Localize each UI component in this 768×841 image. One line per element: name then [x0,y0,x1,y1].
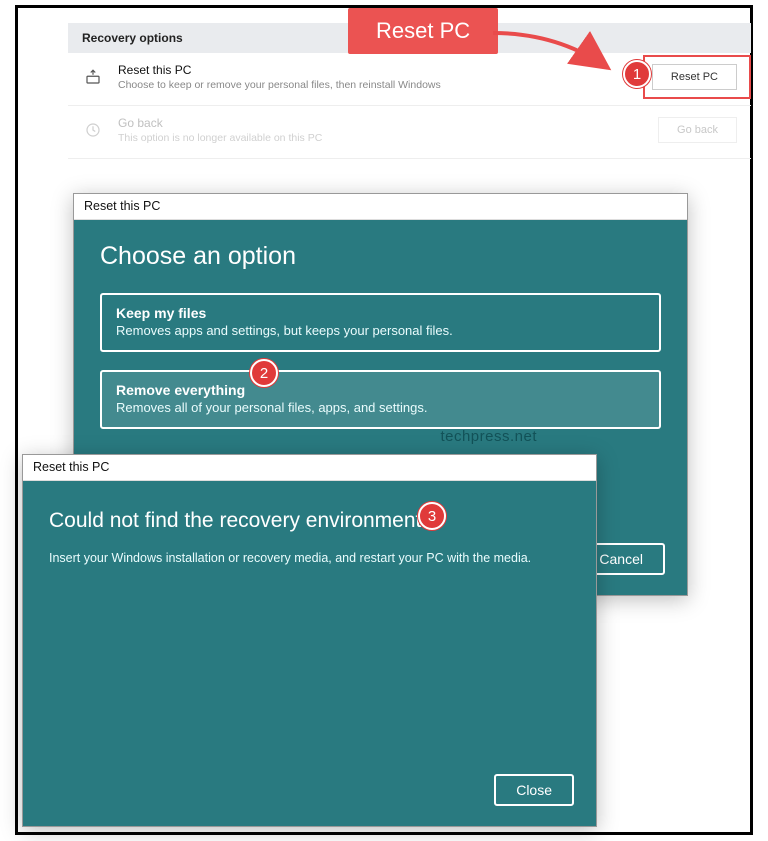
annotation-callout: Reset PC [348,8,498,54]
goback-subtitle: This option is no longer available on th… [118,132,658,144]
error-message: Insert your Windows installation or reco… [49,551,570,565]
dialog-choose-title: Reset this PC [74,194,687,220]
watermark: techpress.net [440,428,537,445]
goback-title: Go back [118,116,658,130]
close-button[interactable]: Close [494,774,574,806]
dialog-error-title: Reset this PC [23,455,596,481]
dialog-error: Reset this PC Could not find the recover… [22,454,597,827]
goback-button: Go back [658,117,737,143]
option-remove-desc: Removes all of your personal files, apps… [116,400,645,415]
option-keep-title: Keep my files [116,305,645,321]
goback-texts: Go back This option is no longer availab… [118,116,658,144]
reset-subtitle: Choose to keep or remove your personal f… [118,79,652,91]
error-heading: Could not find the recovery environment [49,509,570,533]
option-keep-files[interactable]: Keep my files Removes apps and settings,… [100,293,661,352]
recovery-row-goback: Go back This option is no longer availab… [68,106,751,159]
reset-texts: Reset this PC Choose to keep or remove y… [118,63,652,91]
annotation-badge-1: 1 [623,60,651,88]
reset-title: Reset this PC [118,63,652,77]
reset-pc-icon [82,66,104,88]
option-keep-desc: Removes apps and settings, but keeps you… [116,323,645,338]
dialog-error-body: Could not find the recovery environment … [23,481,596,826]
goback-icon [82,119,104,141]
tutorial-canvas: Recovery options Reset this PC Choose to… [15,5,753,835]
annotation-badge-3: 3 [418,502,446,530]
annotation-badge-2: 2 [250,359,278,387]
option-remove-title: Remove everything [116,382,645,398]
reset-pc-button[interactable]: Reset PC [652,64,737,90]
choose-heading: Choose an option [100,242,661,271]
option-remove-everything[interactable]: Remove everything Removes all of your pe… [100,370,661,429]
